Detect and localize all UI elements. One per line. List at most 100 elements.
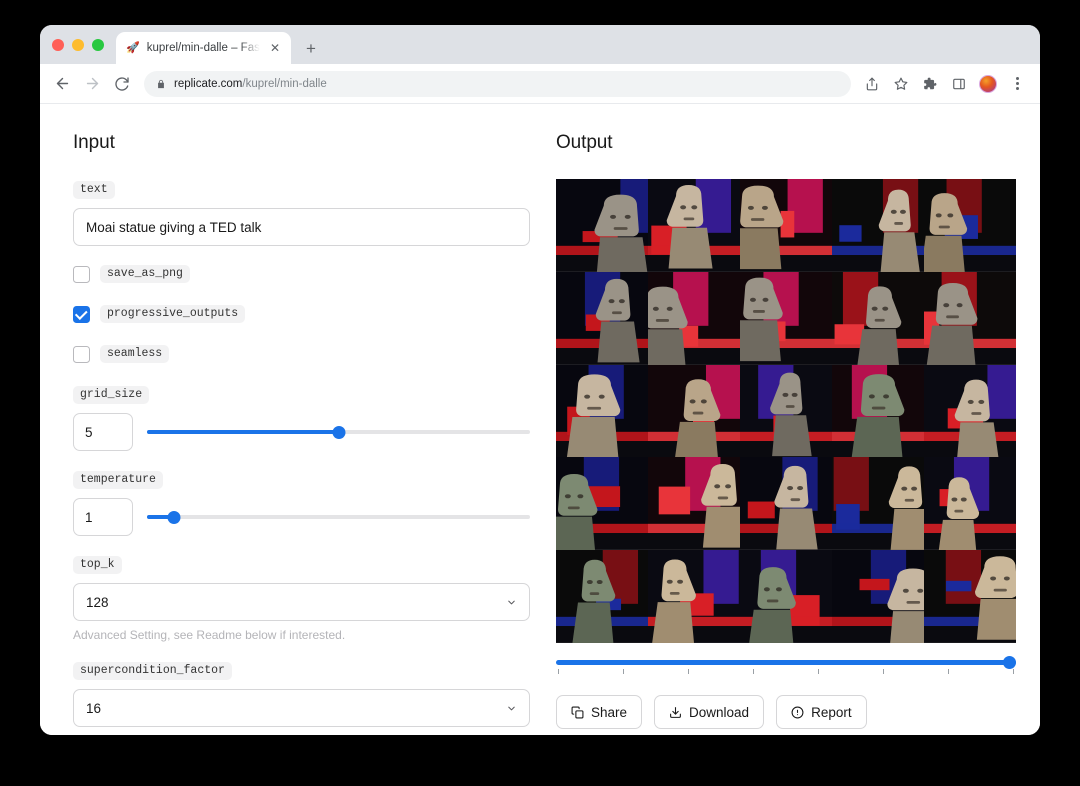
progress-ticks (556, 669, 1016, 674)
generated-image-tile[interactable] (648, 179, 740, 272)
close-window-button[interactable] (52, 38, 64, 51)
slider-fill (147, 429, 339, 435)
generated-image-tile[interactable] (556, 271, 648, 365)
text-input[interactable]: Moai statue giving a TED talk (73, 208, 530, 246)
checkbox-row-save-as-png[interactable]: save_as_png (73, 264, 530, 284)
top-k-select[interactable]: 128 (73, 583, 530, 621)
generated-image-tile[interactable] (740, 550, 832, 643)
label-supercondition-factor: supercondition_factor (73, 661, 232, 680)
slider-thumb[interactable] (332, 425, 345, 439)
progress-thumb[interactable] (1003, 656, 1016, 669)
label-progressive-outputs: progressive_outputs (100, 304, 246, 324)
generated-image-tile[interactable] (832, 179, 924, 272)
report-button-label: Report (811, 704, 852, 720)
field-grid-size: grid_size 5 (73, 384, 530, 451)
share-icon[interactable] (859, 71, 885, 97)
output-heading: Output (556, 132, 613, 153)
generated-image-tile[interactable] (832, 457, 924, 551)
generated-image-tile[interactable] (832, 550, 924, 643)
generated-image-tile[interactable] (556, 457, 648, 551)
progress-tick (753, 669, 754, 674)
generated-image-tile[interactable] (648, 550, 740, 643)
download-button[interactable]: Download (654, 695, 765, 729)
checkbox-row-progressive-outputs[interactable]: progressive_outputs (73, 304, 530, 324)
profile-avatar[interactable] (975, 71, 1001, 97)
url-path: /kuprel/min-dalle (242, 77, 327, 90)
label-top-k: top_k (73, 555, 122, 574)
generated-image-tile[interactable] (556, 364, 648, 458)
output-image-grid[interactable] (556, 179, 1016, 643)
minimize-window-button[interactable] (72, 38, 84, 51)
checkbox-progressive-outputs[interactable] (73, 305, 90, 323)
generated-image-tile[interactable] (832, 364, 924, 458)
label-seamless: seamless (100, 344, 170, 364)
top-k-value: 128 (86, 594, 109, 610)
field-text: text Moai statue giving a TED talk (73, 179, 530, 246)
copy-icon (571, 706, 584, 719)
generated-image-tile[interactable] (556, 550, 648, 643)
progress-tick (818, 669, 819, 674)
generated-image-tile[interactable] (740, 364, 832, 458)
kebab-menu-icon[interactable] (1004, 71, 1030, 97)
generated-image-tile[interactable] (556, 179, 648, 272)
share-button-label: Share (591, 704, 628, 720)
checkbox-seamless[interactable] (73, 345, 90, 363)
field-supercondition-factor: supercondition_factor 16 Advanced Settin… (73, 660, 530, 735)
output-column: Output Share Download Report (556, 132, 1016, 735)
chevron-down-icon (506, 703, 517, 714)
field-top-k: top_k 128 Advanced Setting, see Readme b… (73, 554, 530, 642)
browser-toolbar: replicate.com/kuprel/min-dalle (40, 64, 1040, 104)
generated-image-tile[interactable] (924, 550, 1016, 643)
temperature-value-input[interactable]: 1 (73, 498, 133, 536)
generated-image-tile[interactable] (648, 364, 740, 458)
download-button-label: Download (689, 704, 750, 720)
input-column: Input text Moai statue giving a TED talk… (73, 132, 530, 735)
generated-image-tile[interactable] (648, 457, 740, 551)
grid-size-slider[interactable] (147, 422, 530, 442)
output-actions: Share Download Report (556, 695, 1016, 729)
supercondition-factor-select[interactable]: 16 (73, 689, 530, 727)
close-icon[interactable]: ✕ (267, 40, 283, 56)
back-arrow-icon[interactable] (48, 70, 76, 98)
tab-strip: 🚀 kuprel/min-dalle – Fast, minim ✕ + (40, 25, 1040, 64)
output-progress-slider[interactable] (556, 656, 1016, 679)
generated-image-tile[interactable] (924, 364, 1016, 458)
generated-image-tile[interactable] (740, 457, 832, 551)
progress-tick (688, 669, 689, 674)
report-button[interactable]: Report (776, 695, 867, 729)
progress-tick (558, 669, 559, 674)
maximize-window-button[interactable] (92, 38, 104, 51)
generated-image-tile[interactable] (648, 271, 740, 365)
download-icon (669, 706, 682, 719)
new-tab-button[interactable]: + (297, 34, 325, 62)
supercondition-factor-value: 16 (86, 700, 102, 716)
label-temperature: temperature (73, 470, 163, 489)
temperature-slider[interactable] (147, 507, 530, 527)
slider-thumb[interactable] (167, 510, 181, 524)
browser-tab[interactable]: 🚀 kuprel/min-dalle – Fast, minim ✕ (116, 32, 291, 64)
url-text: replicate.com/kuprel/min-dalle (174, 78, 327, 90)
label-grid-size: grid_size (73, 385, 150, 404)
address-bar[interactable]: replicate.com/kuprel/min-dalle (144, 70, 851, 97)
grid-size-value-input[interactable]: 5 (73, 413, 133, 451)
progress-tick (623, 669, 624, 674)
side-panel-icon[interactable] (946, 71, 972, 97)
field-temperature: temperature 1 (73, 469, 530, 536)
generated-image-tile[interactable] (832, 271, 924, 365)
reload-icon[interactable] (108, 70, 136, 98)
generated-image-tile[interactable] (924, 457, 1016, 551)
chevron-down-icon (506, 597, 517, 608)
generated-image-tile[interactable] (740, 271, 832, 365)
top-k-helper-text: Advanced Setting, see Readme below if in… (73, 628, 346, 642)
extensions-puzzle-icon[interactable] (917, 71, 943, 97)
star-icon[interactable] (888, 71, 914, 97)
tab-title: kuprel/min-dalle – Fast, minim (146, 42, 260, 54)
url-domain: replicate.com (174, 77, 243, 90)
generated-image-tile[interactable] (924, 271, 1016, 365)
generated-image-tile[interactable] (924, 179, 1016, 272)
generated-image-tile[interactable] (740, 179, 832, 272)
progress-tick (948, 669, 949, 674)
share-button[interactable]: Share (556, 695, 643, 729)
checkbox-save-as-png[interactable] (73, 265, 90, 283)
checkbox-row-seamless[interactable]: seamless (73, 344, 530, 364)
